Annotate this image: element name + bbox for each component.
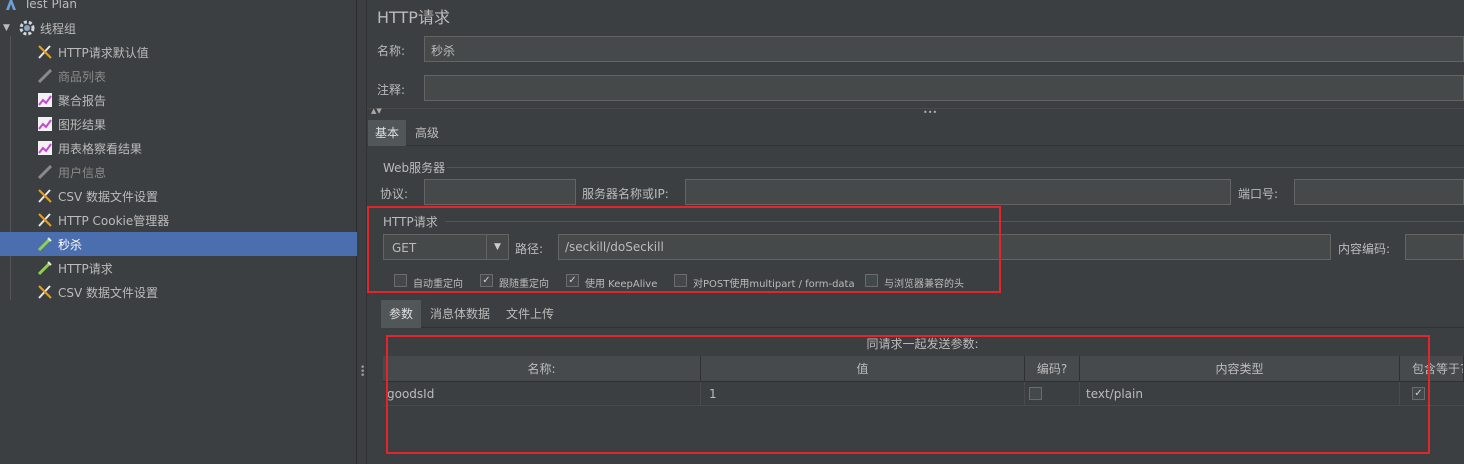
multipart-checkbox[interactable] xyxy=(674,274,687,287)
gear-icon xyxy=(18,19,36,37)
column-header-content-type[interactable]: 内容类型 xyxy=(1080,356,1400,382)
web-server-group-title: Web服务器 xyxy=(383,161,446,175)
http-request-group-title: HTTP请求 xyxy=(383,215,438,229)
auto-redirect-checkbox[interactable] xyxy=(394,274,407,287)
group-divider xyxy=(447,167,1464,168)
name-label: 名称: xyxy=(377,44,406,58)
horizontal-splitter[interactable]: ▲▼ ••• xyxy=(367,107,1464,118)
protocol-field[interactable] xyxy=(424,179,576,205)
encode-checkbox[interactable] xyxy=(1029,387,1042,400)
encoding-label: 内容编码: xyxy=(1338,242,1391,256)
checkmark-icon: ✓ xyxy=(482,275,491,286)
comment-field[interactable] xyxy=(424,75,1464,101)
tree-item-seckill[interactable]: 秒杀 xyxy=(0,232,357,256)
wrench-icon xyxy=(36,43,54,61)
tree-item-table-results[interactable]: 用表格察看结果 xyxy=(0,136,357,160)
param-content-type-cell[interactable]: text/plain xyxy=(1080,382,1400,406)
server-label: 服务器名称或IP: xyxy=(582,187,669,201)
vertical-splitter[interactable]: • • • xyxy=(357,0,367,464)
tab-advanced[interactable]: 高级 xyxy=(408,120,446,146)
wrench-icon xyxy=(36,211,54,229)
browser-headers-label: 与浏览器兼容的头 xyxy=(884,279,964,290)
param-include-equals-cell[interactable]: ✓ xyxy=(1400,382,1464,406)
method-value: GET xyxy=(392,241,417,255)
tree-item-csv-config[interactable]: CSV 数据文件设置 xyxy=(0,184,357,208)
config-tabs: 基本 高级 xyxy=(367,120,1464,146)
tree-item-graph-results[interactable]: 图形结果 xyxy=(0,112,357,136)
param-value-cell[interactable]: 1 xyxy=(701,382,1025,406)
tree-item-test-plan[interactable]: Test Plan xyxy=(0,0,357,16)
keepalive-checkbox[interactable]: ✓ xyxy=(566,274,579,287)
splitter-grip-icon: ••• xyxy=(360,363,366,381)
sampler-icon xyxy=(36,235,54,253)
report-icon xyxy=(36,139,54,157)
wrench-icon xyxy=(36,163,54,181)
browser-headers-checkbox[interactable] xyxy=(865,274,878,287)
chevron-down-icon[interactable]: ▼ xyxy=(486,235,508,259)
body-tabs: 参数 消息体数据 文件上传 xyxy=(381,300,1464,328)
tree-item-thread-group[interactable]: ▼ 线程组 xyxy=(0,16,357,40)
comment-label: 注释: xyxy=(377,83,406,97)
path-label: 路径: xyxy=(515,242,544,256)
group-divider xyxy=(445,221,1464,222)
column-header-include-equals[interactable]: 包含等于? xyxy=(1400,356,1464,382)
test-plan-tree: Test Plan ▼ 线程组 HTTP请求默认值 商品列表 聚合报告 图形结果 xyxy=(0,0,357,464)
sampler-icon xyxy=(36,259,54,277)
keepalive-label: 使用 KeepAlive xyxy=(585,279,658,290)
server-field[interactable] xyxy=(685,179,1231,205)
report-icon xyxy=(36,91,54,109)
tree-item-aggregate-report[interactable]: 聚合报告 xyxy=(0,88,357,112)
tab-params[interactable]: 参数 xyxy=(381,300,422,328)
panel-title: HTTP请求 xyxy=(377,8,450,27)
tree-item-http-request[interactable]: HTTP请求 xyxy=(0,256,357,280)
table-row[interactable]: goodsId 1 text/plain ✓ xyxy=(383,382,1464,406)
table-header: 名称: 值 编码? 内容类型 包含等于? xyxy=(383,356,1464,382)
column-header-value[interactable]: 值 xyxy=(701,356,1025,382)
param-name-cell[interactable]: goodsId xyxy=(383,382,701,406)
encoding-field[interactable] xyxy=(1405,234,1464,260)
collapse-arrows-icon[interactable]: ▲▼ xyxy=(371,107,382,115)
wrench-icon xyxy=(36,187,54,205)
checkmark-icon: ✓ xyxy=(568,275,577,286)
auto-redirect-label: 自动重定向 xyxy=(413,279,463,290)
tree-item-product-list[interactable]: 商品列表 xyxy=(0,64,357,88)
port-field[interactable] xyxy=(1294,179,1464,205)
name-field[interactable]: 秒杀 xyxy=(424,36,1464,62)
column-header-encode[interactable]: 编码? xyxy=(1025,356,1080,382)
wrench-icon xyxy=(36,283,54,301)
splitter-grip-icon: ••• xyxy=(923,108,938,117)
wrench-icon xyxy=(36,67,54,85)
tab-file-upload[interactable]: 文件上传 xyxy=(498,300,562,328)
multipart-label: 对POST使用multipart / form-data xyxy=(693,279,855,290)
include-equals-checkbox[interactable]: ✓ xyxy=(1412,387,1425,400)
follow-redirect-label: 跟随重定向 xyxy=(499,279,549,290)
collapse-triangle-icon[interactable]: ▼ xyxy=(3,23,13,33)
protocol-label: 协议: xyxy=(380,187,409,201)
column-header-name[interactable]: 名称: xyxy=(383,356,701,382)
test-plan-icon xyxy=(2,0,20,13)
port-label: 端口号: xyxy=(1238,187,1279,201)
tree-item-http-defaults[interactable]: HTTP请求默认值 xyxy=(0,40,357,64)
checkmark-icon: ✓ xyxy=(1414,387,1423,399)
tree-item-user-info[interactable]: 用户信息 xyxy=(0,160,357,184)
http-request-panel: HTTP请求 名称: 秒杀 注释: ▲▼ ••• 基本 高级 Web服务器 协议… xyxy=(367,0,1464,464)
tab-basic[interactable]: 基本 xyxy=(368,120,407,146)
follow-redirect-checkbox[interactable]: ✓ xyxy=(480,274,493,287)
params-caption: 同请求一起发送参数: xyxy=(866,337,979,351)
param-encode-cell[interactable] xyxy=(1025,382,1080,406)
tree-item-csv-config-2[interactable]: CSV 数据文件设置 xyxy=(0,280,357,304)
path-field[interactable]: /seckill/doSeckill xyxy=(558,234,1331,260)
report-icon xyxy=(36,115,54,133)
method-select[interactable]: GET ▼ xyxy=(383,234,509,260)
tree-item-cookie-manager[interactable]: HTTP Cookie管理器 xyxy=(0,208,357,232)
tab-body-data[interactable]: 消息体数据 xyxy=(422,300,498,328)
